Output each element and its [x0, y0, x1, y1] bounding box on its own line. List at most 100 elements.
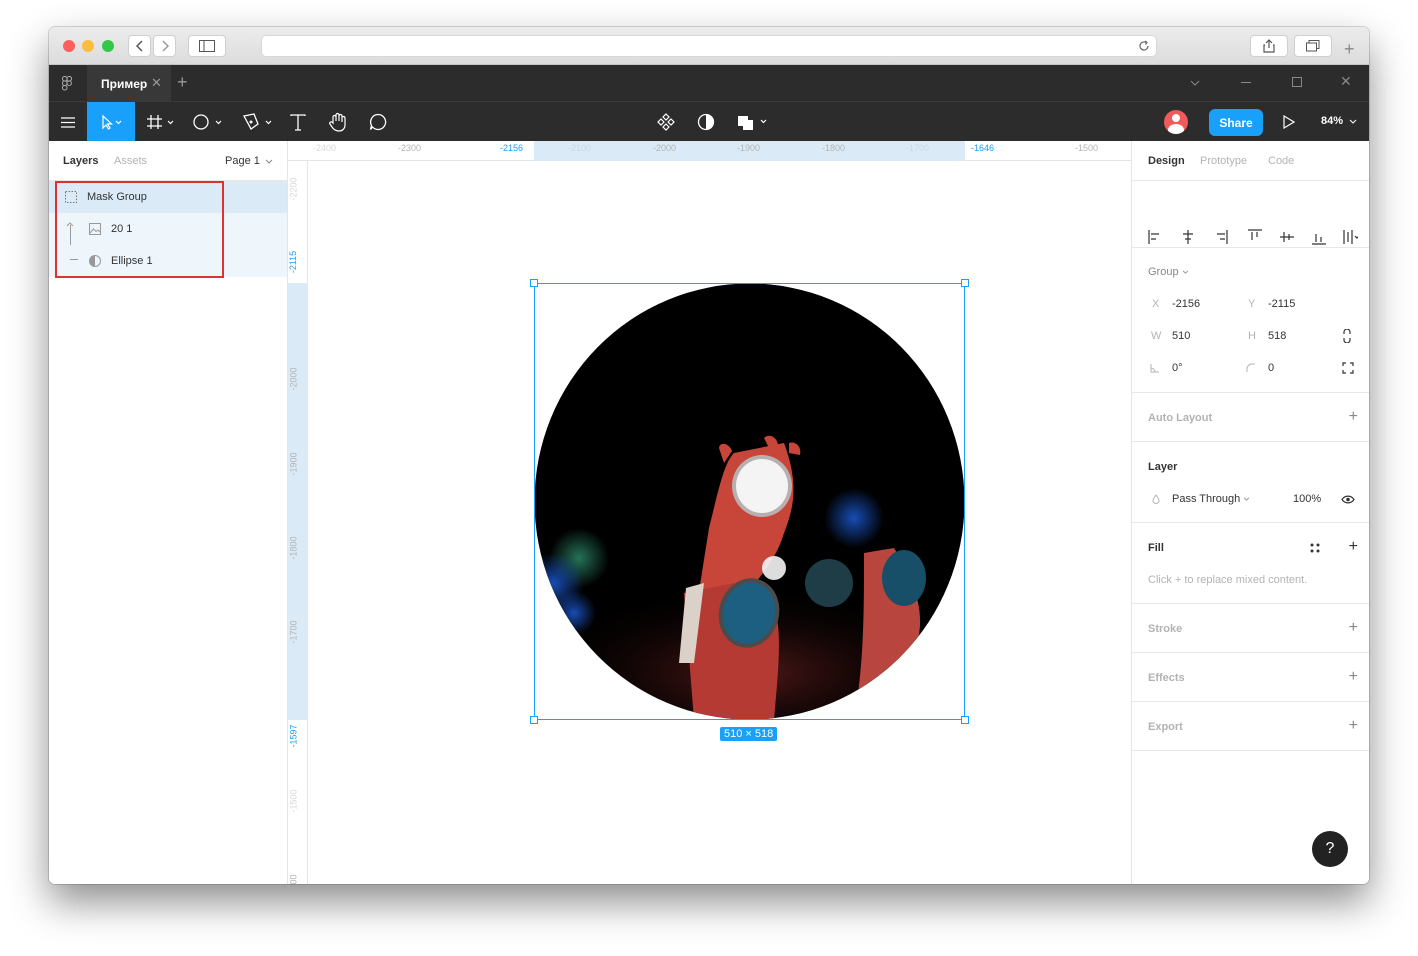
shape-tool-button[interactable]	[191, 110, 229, 134]
add-tab-icon[interactable]: +	[177, 72, 188, 93]
comment-icon	[369, 113, 387, 131]
new-tab-icon[interactable]: +	[1344, 40, 1355, 58]
frame-icon	[147, 115, 174, 129]
chevron-down-icon	[1182, 270, 1188, 274]
close-window-button[interactable]	[63, 40, 75, 52]
resize-handle-tl[interactable]	[530, 279, 538, 287]
tab-code[interactable]: Code	[1268, 155, 1294, 167]
hand-tool-button[interactable]	[327, 109, 349, 135]
x-label: X	[1152, 298, 1160, 310]
menu-icon[interactable]	[57, 110, 79, 134]
ruler-tick-label: -1800	[288, 536, 299, 560]
blend-mode-icon	[1152, 494, 1160, 504]
share-page-button[interactable]	[1250, 35, 1288, 57]
tab-design[interactable]: Design	[1148, 155, 1185, 167]
group-label: Group	[1148, 266, 1179, 278]
alignment-icons[interactable]	[1148, 229, 1358, 245]
x-input[interactable]: -2156	[1172, 298, 1200, 310]
tab-primer[interactable]: Пример ✕	[87, 65, 171, 101]
tabs-overview-button[interactable]	[1294, 35, 1332, 57]
add-stroke-icon[interactable]: +	[1349, 620, 1358, 636]
h-label: H	[1248, 330, 1256, 342]
design-panel: Design Prototype Code Group X -2156 Y -2…	[1131, 141, 1369, 884]
tab-layers[interactable]: Layers	[63, 155, 98, 167]
add-export-icon[interactable]: +	[1349, 718, 1358, 734]
move-tool-button[interactable]	[87, 102, 135, 142]
stroke-section: Stroke +	[1132, 604, 1369, 653]
size-label-text: 510 × 518	[724, 728, 774, 740]
tab-assets[interactable]: Assets	[114, 155, 147, 167]
canvas[interactable]: -2400 -2300 -2156 -2100 -2000 -1900 -180…	[288, 141, 1131, 884]
present-button[interactable]	[1279, 110, 1299, 134]
boolean-button[interactable]	[735, 110, 771, 134]
y-input[interactable]: -2115	[1268, 298, 1295, 310]
top-ruler: -2400 -2300 -2156 -2100 -2000 -1900 -180…	[288, 141, 1131, 161]
styles-icon[interactable]	[1310, 543, 1320, 553]
auto-layout-title: Auto Layout	[1148, 412, 1213, 424]
rotation-input[interactable]: 0°	[1172, 362, 1183, 374]
h-input[interactable]: 518	[1268, 330, 1286, 342]
mask-button[interactable]	[695, 110, 717, 134]
figma-logo-icon[interactable]	[57, 73, 77, 93]
y-label: Y	[1248, 298, 1256, 310]
radius-input[interactable]: 0	[1268, 362, 1274, 374]
ellipse-icon	[193, 114, 222, 130]
w-input[interactable]: 510	[1172, 330, 1190, 342]
chevron-left-icon	[135, 40, 143, 52]
effects-section: Effects +	[1132, 653, 1369, 702]
add-auto-layout-icon[interactable]: +	[1349, 409, 1358, 425]
fill-section: Fill + Click + to replace mixed content.	[1132, 523, 1369, 604]
add-effect-icon[interactable]: +	[1349, 669, 1358, 685]
ruler-tick-label: -2000	[288, 367, 299, 391]
pen-icon	[243, 113, 272, 130]
group-dropdown[interactable]: Group	[1148, 266, 1189, 278]
minimize-icon[interactable]	[1241, 82, 1251, 83]
blend-mode-label: Pass Through	[1172, 493, 1241, 505]
address-bar[interactable]	[261, 35, 1157, 57]
help-button[interactable]: ?	[1312, 831, 1348, 867]
ruler-tick-label: -1700	[906, 143, 930, 153]
avatar[interactable]	[1164, 110, 1188, 134]
selection-frame	[534, 283, 965, 720]
chevron-down-icon	[1349, 119, 1357, 124]
comment-tool-button[interactable]	[367, 110, 389, 134]
help-icon: ?	[1325, 840, 1335, 857]
back-button[interactable]	[128, 35, 151, 57]
opacity-input[interactable]: 100%	[1293, 493, 1321, 505]
resize-handle-bl[interactable]	[530, 716, 538, 724]
ruler-tick-label: -2156	[500, 143, 524, 153]
pen-tool-button[interactable]	[239, 110, 279, 134]
reload-icon[interactable]	[1138, 40, 1150, 52]
text-icon	[290, 113, 306, 131]
constrain-proportions-icon[interactable]	[1343, 329, 1351, 343]
frame-tool-button[interactable]	[143, 110, 181, 134]
sidebar-toggle-button[interactable]	[188, 35, 226, 57]
components-button[interactable]	[655, 110, 677, 134]
resize-handle-tr[interactable]	[961, 279, 969, 287]
mask-group-object[interactable]	[530, 279, 969, 724]
independent-corners-icon[interactable]	[1342, 362, 1354, 374]
resize-handle-br[interactable]	[961, 716, 969, 724]
page-selector[interactable]: Page 1	[225, 155, 273, 167]
blend-mode-dropdown[interactable]: Pass Through	[1172, 493, 1250, 505]
rotation-icon	[1150, 364, 1159, 373]
chevron-down-icon[interactable]	[1190, 80, 1200, 86]
zoom-window-button[interactable]	[102, 40, 114, 52]
zoom-dropdown[interactable]: 84%	[1321, 115, 1357, 127]
close-tab-icon[interactable]: ✕	[151, 75, 162, 91]
add-fill-icon[interactable]: +	[1349, 539, 1358, 555]
transform-section: Group X -2156 Y -2115 W 510 H 518 0° 0	[1132, 248, 1369, 393]
close-app-icon[interactable]: ✕	[1340, 73, 1352, 90]
page-label: Page 1	[225, 155, 260, 167]
ruler-tick-label: -2000	[653, 143, 677, 153]
w-label: W	[1151, 330, 1162, 342]
share-icon	[1263, 39, 1275, 53]
play-icon	[1283, 115, 1295, 129]
share-button[interactable]: Share	[1209, 109, 1263, 136]
text-tool-button[interactable]	[287, 110, 309, 134]
tab-prototype[interactable]: Prototype	[1200, 155, 1247, 167]
maximize-icon[interactable]	[1292, 77, 1302, 87]
forward-button[interactable]	[153, 35, 176, 57]
eye-icon[interactable]	[1341, 495, 1355, 504]
minimize-window-button[interactable]	[82, 40, 94, 52]
